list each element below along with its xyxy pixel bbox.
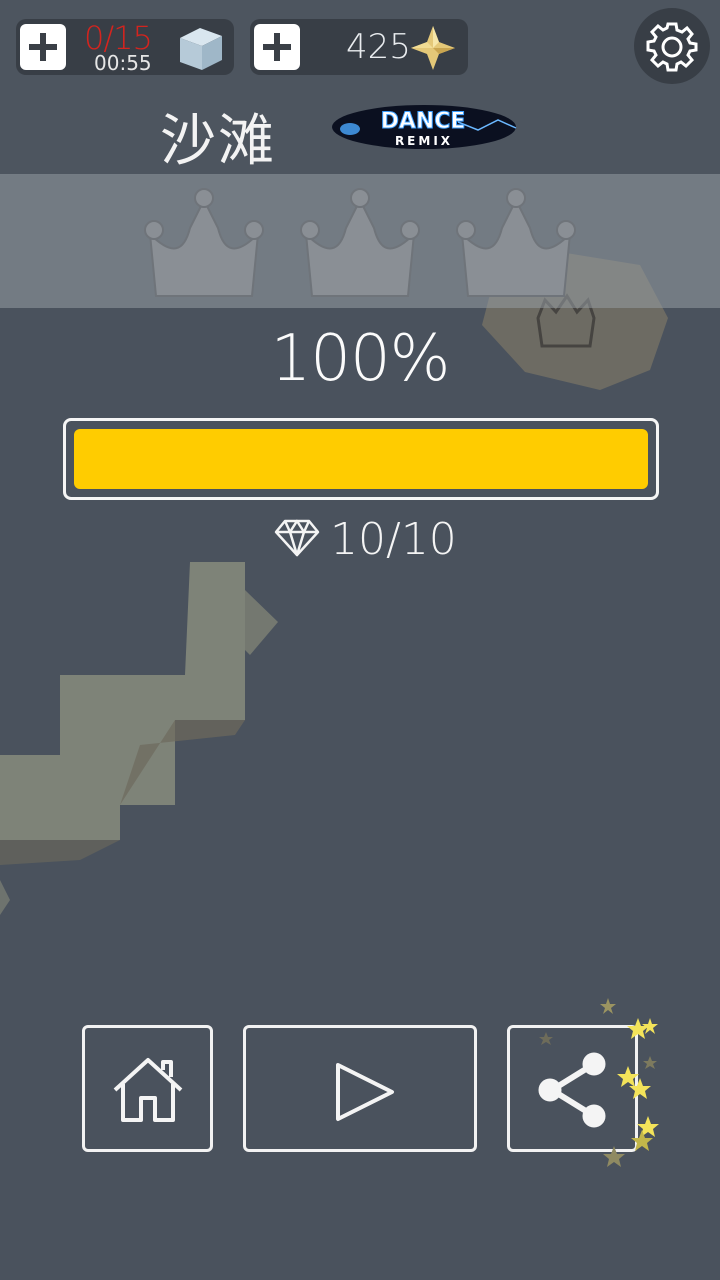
gem-count: 425 (346, 27, 411, 67)
dance-remix-badge: DANCE REMIX (332, 105, 517, 149)
play-icon (336, 1063, 394, 1121)
badge-dance-text: DANCE (381, 109, 466, 134)
gold-gem-icon (411, 26, 455, 70)
diamond-icon (274, 519, 320, 557)
level-title: 沙滩 (160, 109, 276, 174)
play-button[interactable] (243, 1025, 477, 1152)
progress-fill (74, 429, 648, 489)
ice-cube-icon (180, 28, 222, 70)
add-cubes-button[interactable] (20, 24, 66, 70)
settings-button[interactable] (634, 8, 710, 84)
cube-timer: 00:55 (94, 51, 152, 75)
add-gems-button[interactable] (254, 24, 300, 70)
home-button[interactable] (82, 1025, 213, 1152)
diamond-count: 10/10 (330, 514, 457, 565)
crown-1-icon (144, 188, 264, 297)
home-icon (113, 1058, 183, 1122)
gem-counter-panel: 425 (250, 19, 468, 75)
sparkle-stars (539, 998, 659, 1167)
crown-2-icon (300, 188, 420, 297)
gear-icon (646, 22, 698, 72)
cube-counter-panel: 0/15 00:55 (16, 19, 234, 75)
crown-3-icon (456, 188, 576, 297)
progress-bar (63, 418, 659, 500)
badge-remix-text: REMIX (395, 134, 453, 148)
completion-percent: 100% (270, 322, 451, 396)
